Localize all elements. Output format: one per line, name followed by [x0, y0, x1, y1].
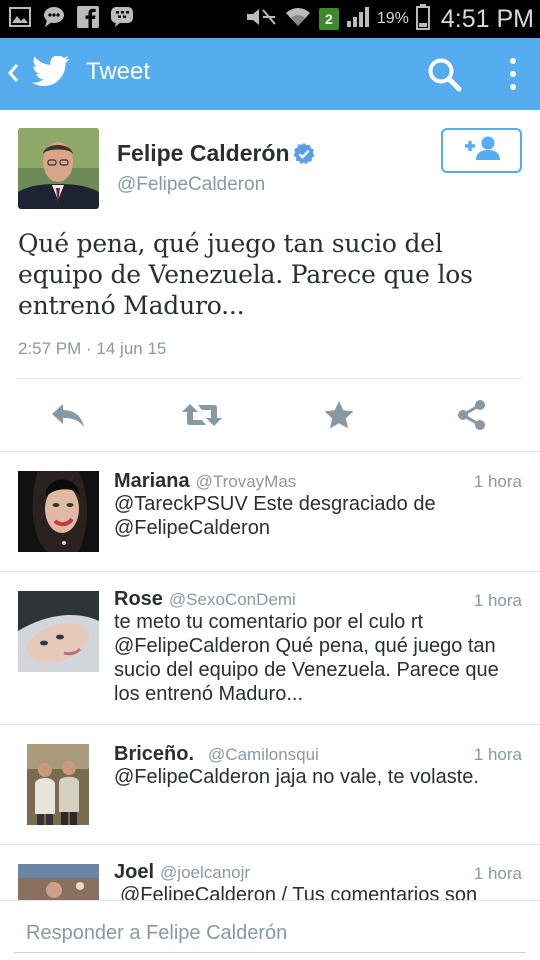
battery-percent: 19%: [376, 10, 409, 27]
divider: [18, 378, 522, 379]
reply-handle: @TrovayMas: [195, 472, 297, 491]
retweet-icon[interactable]: [182, 398, 222, 432]
verified-badge-icon: [292, 142, 316, 166]
twitter-bird-icon[interactable]: [31, 55, 72, 92]
reply-item[interactable]: Rose @SexoConDemi 1 hora te meto tu comen…: [0, 572, 540, 724]
share-icon[interactable]: [452, 398, 492, 432]
app-bar-title: Tweet: [86, 58, 151, 85]
wifi-icon: [284, 6, 312, 33]
reply-text: @FelipeCalderon jaja no vale, te volaste…: [114, 766, 479, 788]
reply-author: Briceño. @Camilonsqui: [114, 743, 319, 765]
reply-author: Mariana @TrovayMas: [114, 470, 297, 492]
author-avatar[interactable]: [18, 128, 99, 209]
status-bar: 2 19% 4:51 PM: [0, 0, 540, 38]
follow-button[interactable]: [441, 128, 522, 173]
battery-icon: [415, 3, 430, 35]
gallery-icon: [8, 6, 32, 28]
reply-author: Joel @joelcanojr: [114, 861, 251, 883]
reply-item[interactable]: Briceño. @Camilonsqui 1 hora @FelipeCalde…: [0, 725, 540, 844]
facebook-icon: [76, 6, 100, 28]
reply-compose-bar: [0, 900, 540, 960]
reply-item[interactable]: Mariana @TrovayMas 1 hora @TareckPSUV Est…: [0, 452, 540, 571]
signal-icon: [346, 6, 370, 33]
reply-handle: @SexoConDemi: [168, 590, 296, 609]
reply-text: @TareckPSUV Este desgraciado de @FelipeC…: [114, 493, 436, 539]
reply-time: 1 hora: [473, 864, 522, 883]
reply-time: 1 hora: [473, 745, 522, 764]
chevron-left-icon[interactable]: [6, 62, 22, 88]
reply-text: te meto tu comentario por el culo rt @Fe…: [114, 611, 499, 705]
reply-time: 1 hora: [473, 591, 522, 610]
author-handle[interactable]: @FelipeCalderon: [117, 174, 265, 196]
overflow-menu-icon[interactable]: [498, 54, 528, 94]
reply-avatar[interactable]: [18, 591, 99, 672]
chat-icon: [42, 6, 66, 28]
author-name[interactable]: Felipe Calderón: [117, 140, 290, 167]
search-icon[interactable]: [426, 56, 466, 96]
reply-avatar[interactable]: [27, 744, 89, 825]
reply-time: 1 hora: [473, 472, 522, 491]
app-bar: Tweet: [0, 38, 540, 110]
mute-icon: [245, 6, 277, 33]
reply-handle: @joelcanojr: [160, 863, 251, 882]
add-user-icon: [462, 135, 502, 166]
reply-input[interactable]: [14, 915, 526, 953]
tweet-text: Qué pena, qué juego tan sucio del equipo…: [18, 229, 473, 320]
bbm-icon: [110, 6, 134, 28]
sim-badge: 2: [318, 8, 339, 30]
status-time: 4:51 PM: [440, 4, 534, 33]
tweet-timestamp: 2:57 PM · 14 jun 15: [18, 339, 167, 358]
reply-icon[interactable]: [48, 398, 88, 432]
reply-item[interactable]: Joel @joelcanojr 1 hora @FelipeCalderon /…: [0, 845, 540, 900]
reply-avatar[interactable]: [18, 864, 99, 900]
reply-avatar[interactable]: [18, 471, 99, 552]
tweet-actions: [0, 380, 540, 450]
reply-author: Rose @SexoConDemi: [114, 588, 296, 610]
reply-handle: @Camilonsqui: [208, 745, 319, 764]
favorite-icon[interactable]: [319, 398, 359, 432]
reply-text: @FelipeCalderon / Tus comentarios son: [120, 884, 478, 900]
